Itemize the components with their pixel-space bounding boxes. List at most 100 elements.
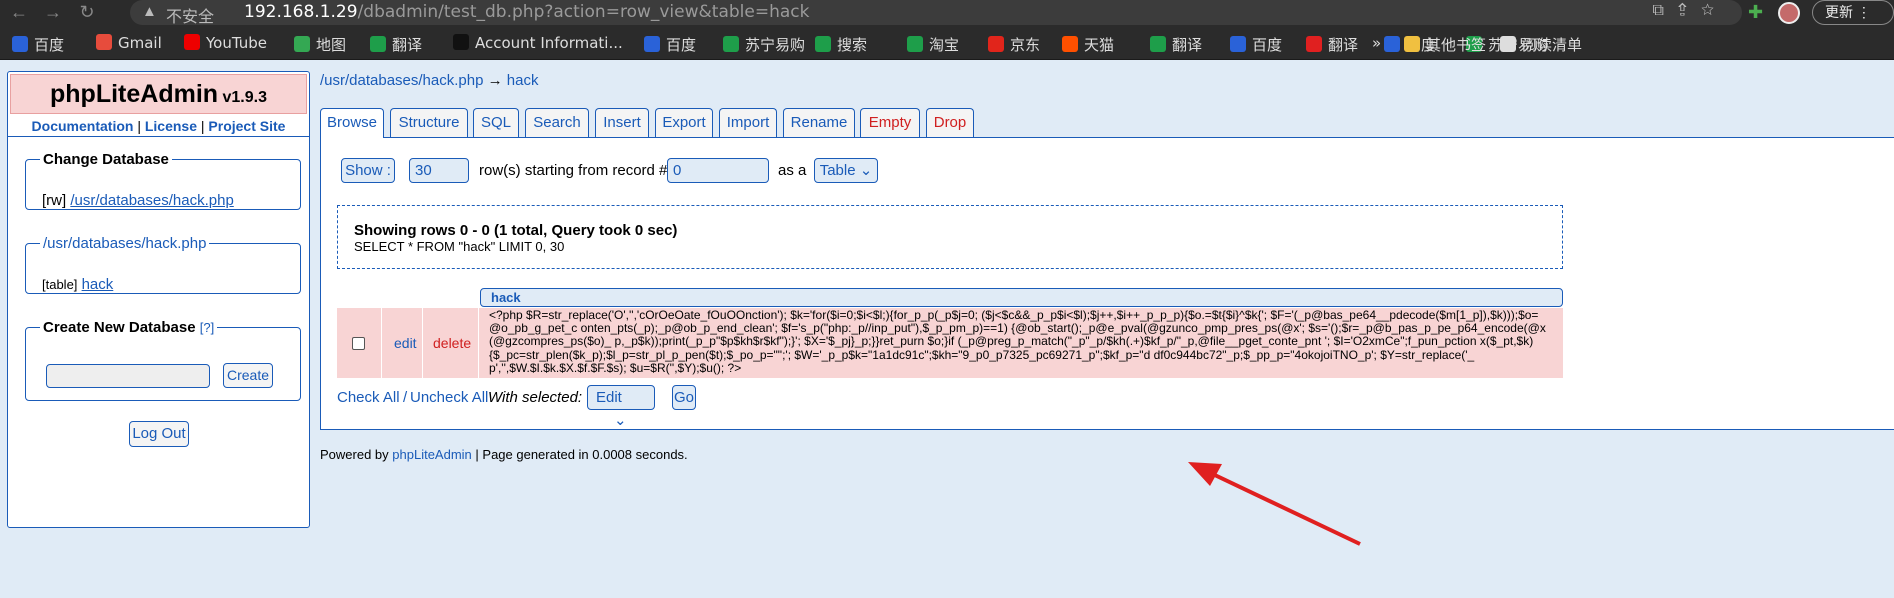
bookmark-item[interactable]: Gmail	[96, 34, 162, 52]
url-text[interactable]: 192.168.1.29/dbadmin/test_db.php?action=…	[244, 2, 809, 22]
bookmark-item[interactable]: 苏宁易购	[723, 34, 805, 55]
forward-icon[interactable]: →	[42, 2, 64, 23]
view-type-value: Table	[819, 162, 856, 179]
tab-empty[interactable]: Empty	[860, 108, 920, 137]
bookmark-icon	[815, 36, 831, 52]
database-panel-title[interactable]: /usr/databases/hack.php	[40, 235, 209, 252]
update-button[interactable]: 更新 ⋮	[1812, 0, 1894, 25]
url-host: 192.168.1.29	[244, 2, 358, 22]
bookmark-label: 翻译	[1328, 36, 1359, 54]
table-prefix: [table]	[42, 277, 78, 292]
breadcrumb-table-link[interactable]: hack	[507, 72, 539, 89]
as-a-label: as a	[778, 162, 807, 179]
bookmark-item[interactable]: 百度	[12, 34, 64, 55]
breadcrumb-arrow: →	[487, 72, 503, 89]
tab-search[interactable]: Search	[525, 108, 589, 137]
column-header-hack[interactable]: hack	[480, 288, 1563, 307]
bookmark-item[interactable]: 京东	[988, 34, 1040, 55]
database-panel: /usr/databases/hack.php [table] hack	[25, 235, 301, 294]
create-button[interactable]: Create	[223, 363, 273, 388]
bookmark-label: YouTube	[206, 34, 267, 52]
bookmark-label: 百度	[34, 36, 65, 54]
start-record-input[interactable]: 0	[667, 158, 769, 183]
reload-icon[interactable]: ↻	[76, 2, 98, 23]
powered-by-label: Powered by	[320, 447, 389, 462]
bookmark-label: Gmail	[118, 34, 162, 52]
translate-icon[interactable]: ⧉	[1652, 2, 1677, 19]
bookmark-item[interactable]: 淘宝	[907, 34, 959, 55]
tab-export[interactable]: Export	[655, 108, 713, 137]
uncheck-all-link[interactable]: Uncheck All	[410, 389, 488, 406]
table-link-hack[interactable]: hack	[82, 276, 114, 293]
bookmark-item[interactable]: YouTube	[184, 34, 267, 52]
row-delete-link[interactable]: delete	[433, 335, 471, 351]
bookmark-icon	[1306, 36, 1322, 52]
bookmark-item[interactable]: 翻译	[1306, 34, 1358, 55]
phpliteadmin-page: phpLiteAdmin v1.9.3 Documentation | Lice…	[0, 61, 1894, 598]
row-edit-cell: edit	[382, 308, 423, 378]
bookmark-label: 京东	[1010, 36, 1041, 54]
bookmark-item[interactable]: 天猫	[1062, 34, 1114, 55]
help-link[interactable]: [?]	[200, 320, 214, 335]
tab-browse[interactable]: Browse	[320, 108, 384, 138]
phpliteadmin-link[interactable]: phpLiteAdmin	[392, 447, 472, 462]
row-edit-link[interactable]: edit	[394, 335, 417, 351]
show-button[interactable]: Show :	[341, 158, 395, 183]
address-bar-icons[interactable]: ⧉⇪☆	[1652, 2, 1728, 20]
rows-info: Showing rows 0 - 0 (1 total, Query took …	[354, 222, 678, 239]
other-bookmarks[interactable]: 其他书签	[1404, 34, 1486, 55]
bookmark-item[interactable]: 搜索	[815, 34, 867, 55]
share-icon[interactable]: ⇪	[1678, 2, 1701, 19]
documentation-link[interactable]: Documentation	[32, 118, 134, 134]
bookmark-item[interactable]: 翻译	[1150, 34, 1202, 55]
action-select[interactable]: Edit ⌄	[587, 385, 655, 429]
bookmark-item[interactable]: 百度	[1230, 34, 1282, 55]
breadcrumb-db-link[interactable]: /usr/databases/hack.php	[320, 72, 483, 89]
view-type-select[interactable]: Table ⌄	[814, 158, 878, 183]
address-bar[interactable]: ▲ 不安全 192.168.1.29/dbadmin/test_db.php?a…	[130, 0, 1742, 26]
tab-insert[interactable]: Insert	[595, 108, 649, 137]
tab-rename[interactable]: Rename	[783, 108, 855, 137]
app-version: v1.9.3	[222, 89, 267, 106]
bookmark-item[interactable]: 翻译	[370, 34, 422, 55]
logout-button[interactable]: Log Out	[129, 421, 189, 447]
bookmark-item[interactable]: 百度	[644, 34, 696, 55]
tab-import[interactable]: Import	[719, 108, 777, 137]
create-database-panel: Create New Database [?] Create	[25, 319, 301, 401]
bookmark-label: 百度	[666, 36, 697, 54]
page-footer: Powered by phpLiteAdmin | Page generated…	[320, 447, 688, 462]
row-value: <?php $R=str_replace('O','','cOrOeOate_f…	[489, 308, 1546, 375]
tab-structure[interactable]: Structure	[390, 108, 468, 137]
breadcrumb: /usr/databases/hack.php → hack	[320, 72, 538, 89]
bookmark-item[interactable]: Account Informati...	[453, 34, 623, 52]
bookmark-label: 百度	[1252, 36, 1283, 54]
row-checkbox[interactable]	[352, 337, 365, 350]
bookmark-icon	[1062, 36, 1078, 52]
back-icon[interactable]: ←	[8, 2, 30, 23]
bookmark-label: Account Informati...	[475, 34, 623, 52]
go-button[interactable]: Go	[672, 385, 696, 410]
table-row: edit delete <?php $R=str_replace('O','',…	[337, 308, 1563, 378]
new-database-input[interactable]	[46, 364, 210, 388]
star-icon[interactable]: ☆	[1701, 2, 1728, 19]
bookmarks-bar: 百度 Gmail YouTube 地图 翻译 Account Informati... 百度…	[0, 28, 1894, 60]
database-link[interactable]: /usr/databases/hack.php	[70, 192, 233, 209]
reading-list-label: 阅读清单	[1522, 36, 1583, 54]
bookmark-item[interactable]: 地图	[294, 34, 346, 55]
license-link[interactable]: License	[145, 118, 197, 134]
rows-count-input[interactable]: 30	[409, 158, 469, 183]
tab-drop[interactable]: Drop	[926, 108, 974, 137]
tab-sql[interactable]: SQL	[473, 108, 519, 137]
update-label: 更新	[1825, 4, 1853, 20]
project-site-link[interactable]: Project Site	[208, 118, 285, 134]
check-all-link[interactable]: Check All	[337, 389, 400, 406]
bookmarks-more[interactable]: »	[1372, 34, 1381, 52]
bookmark-label: 翻译	[392, 36, 423, 54]
db-mode: [rw]	[42, 192, 67, 209]
avatar[interactable]	[1778, 2, 1800, 24]
with-selected-label: With selected:	[488, 389, 583, 406]
extensions-icon[interactable]: ✚	[1748, 2, 1763, 23]
browser-toolbar: ← → ↻ ▲ 不安全 192.168.1.29/dbadmin/test_db…	[0, 0, 1894, 28]
change-database-panel: Change Database [rw] /usr/databases/hack…	[25, 151, 301, 210]
reading-list[interactable]: 阅读清单	[1500, 34, 1582, 55]
